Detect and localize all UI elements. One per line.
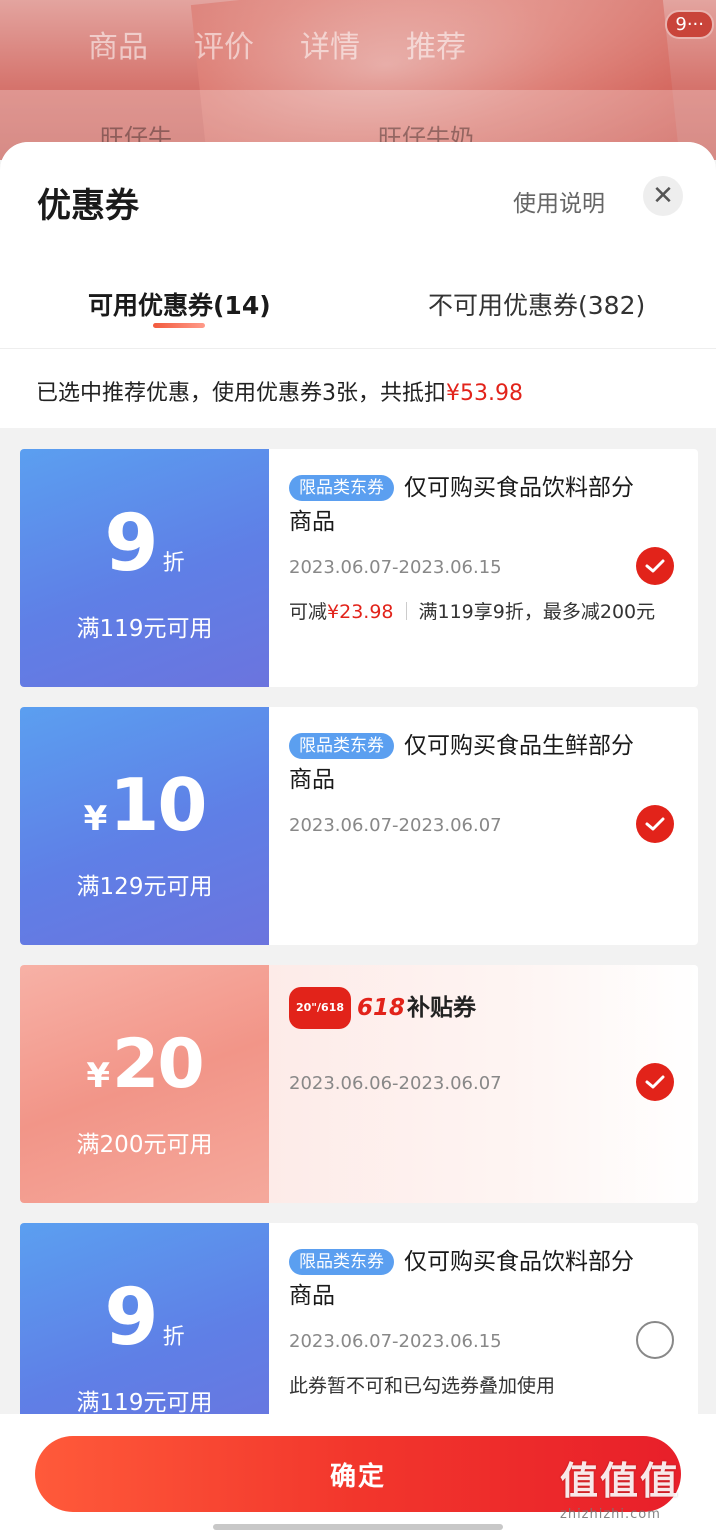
product-tab: 商品 bbox=[88, 30, 148, 65]
coupon-currency: ¥ bbox=[86, 1056, 111, 1096]
product-tab: 详情 bbox=[300, 30, 360, 65]
subsidy-pill: 20"/618 bbox=[289, 987, 352, 1029]
checkmark-icon bbox=[645, 817, 665, 831]
home-indicator[interactable] bbox=[213, 1524, 503, 1530]
coupon-value: 9 bbox=[104, 499, 158, 589]
sheet-header: 优惠券 使用说明 ✕ 可用优惠券(14) 不可用优惠券(382) bbox=[0, 142, 716, 348]
coupon-note: 此券暂不可和已勾选券叠加使用 bbox=[289, 1375, 556, 1397]
active-tab-indicator bbox=[153, 323, 205, 328]
coupon-condition: 满129元可用 bbox=[76, 874, 213, 900]
coupon-value-panel: ¥20 满200元可用 bbox=[20, 965, 269, 1203]
selection-summary: 已选中推荐优惠，使用优惠券3张，共抵扣¥53.98 bbox=[0, 348, 716, 428]
coupon-tag: 限品类东券 bbox=[289, 1249, 394, 1275]
coupon-condition: 满200元可用 bbox=[76, 1132, 213, 1158]
coupon-unit: 折 bbox=[162, 551, 185, 576]
subsidy-number: 618 bbox=[357, 995, 406, 1021]
subsidy-tag: 20"/618 618 补贴券 bbox=[289, 987, 476, 1029]
product-tabs: 商品 评价 详情 推荐 bbox=[88, 22, 466, 66]
coupon-card[interactable]: ¥10 满129元可用 限品类东券 仅可购买食品生鲜部分商品 2023.06.07… bbox=[20, 707, 698, 945]
coupon-detail: 可减¥23.98 满119享9折，最多减200元 bbox=[289, 597, 655, 624]
summary-label: 已选中推荐优惠，使用优惠券3张，共抵扣 bbox=[36, 381, 446, 406]
coupon-date: 2023.06.07-2023.06.07 bbox=[289, 815, 502, 836]
coupon-info: 限品类东券 仅可购买食品生鲜部分商品 2023.06.07-2023.06.07 bbox=[269, 707, 698, 945]
coupon-card[interactable]: ¥20 满200元可用 20"/618 618 补贴券 2023.06.06-202… bbox=[20, 965, 698, 1203]
coupon-sheet: 优惠券 使用说明 ✕ 可用优惠券(14) 不可用优惠券(382) 已选中推荐优惠… bbox=[0, 142, 716, 1532]
coupon-card[interactable]: 9折 满119元可用 限品类东券 仅可购买食品饮料部分商品 2023.06.07-… bbox=[20, 449, 698, 687]
coupon-checkbox[interactable] bbox=[636, 547, 674, 585]
coupon-list: 9折 满119元可用 限品类东券 仅可购买食品饮料部分商品 2023.06.07-… bbox=[20, 449, 698, 1481]
divider bbox=[405, 602, 407, 620]
close-icon: ✕ bbox=[652, 181, 674, 211]
coupon-currency: ¥ bbox=[83, 799, 108, 839]
coupon-info: 限品类东券 仅可购买食品饮料部分商品 2023.06.07-2023.06.15 … bbox=[269, 449, 698, 687]
product-tab: 推荐 bbox=[406, 30, 466, 65]
detail-prefix: 可减 bbox=[289, 601, 328, 623]
coupon-value: 10 bbox=[109, 763, 207, 847]
detail-rule: 满119享9折，最多减200元 bbox=[418, 601, 656, 623]
summary-text: 已选中推荐优惠，使用优惠券3张，共抵扣¥53.98 bbox=[36, 375, 523, 407]
coupon-condition: 满119元可用 bbox=[76, 1390, 213, 1416]
coupon-condition: 满119元可用 bbox=[76, 616, 213, 642]
usage-instructions-link[interactable]: 使用说明 bbox=[513, 184, 605, 218]
tab-unavailable-coupons[interactable]: 不可用优惠券(382) bbox=[428, 286, 645, 322]
subsidy-word: 补贴券 bbox=[407, 995, 477, 1021]
product-tab: 评价 bbox=[194, 30, 254, 65]
coupon-date: 2023.06.07-2023.06.15 bbox=[289, 557, 502, 578]
coupon-checkbox[interactable] bbox=[636, 1063, 674, 1101]
coupon-value-panel: 9折 满119元可用 bbox=[20, 449, 269, 687]
confirm-button[interactable]: 确定 bbox=[35, 1436, 681, 1512]
tab-available-coupons[interactable]: 可用优惠券(14) bbox=[88, 286, 271, 322]
checkmark-icon bbox=[645, 559, 665, 573]
coupon-value: 20 bbox=[112, 1025, 205, 1104]
coupon-tag: 限品类东券 bbox=[289, 733, 394, 759]
cart-count-badge: 9··· bbox=[665, 10, 714, 39]
coupon-checkbox[interactable] bbox=[636, 1321, 674, 1359]
summary-amount: ¥53.98 bbox=[446, 381, 523, 406]
coupon-value-panel: ¥10 满129元可用 bbox=[20, 707, 269, 945]
coupon-checkbox[interactable] bbox=[636, 805, 674, 843]
coupon-date: 2023.06.07-2023.06.15 bbox=[289, 1331, 502, 1352]
sheet-title: 优惠券 bbox=[37, 186, 139, 226]
coupon-info: 20"/618 618 补贴券 2023.06.06-2023.06.07 bbox=[269, 965, 698, 1203]
footer-bar: 确定 bbox=[0, 1414, 716, 1532]
background-product-page: 商品 评价 详情 推荐 9··· 旺仔牛 旺仔牛奶 bbox=[0, 0, 716, 160]
coupon-tag: 限品类东券 bbox=[289, 475, 394, 501]
coupon-unit: 折 bbox=[162, 1325, 185, 1350]
coupon-date: 2023.06.06-2023.06.07 bbox=[289, 1073, 502, 1094]
coupon-value: 9 bbox=[104, 1273, 158, 1363]
close-button[interactable]: ✕ bbox=[643, 176, 683, 216]
checkmark-icon bbox=[645, 1075, 665, 1089]
detail-amount: ¥23.98 bbox=[327, 601, 394, 623]
